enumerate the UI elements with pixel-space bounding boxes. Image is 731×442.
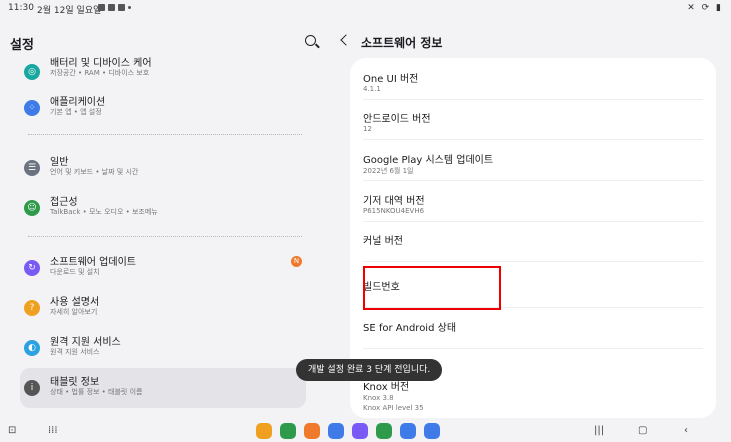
device-care-icon: ◎ xyxy=(24,64,40,80)
toast-message: 개발 설정 완료 3 단계 전입니다. xyxy=(296,359,443,381)
info-row-title: Google Play 시스템 업데이트 xyxy=(363,155,494,166)
settings-item-subtitle: 다운로드 및 설치 xyxy=(50,268,100,276)
tablet-info-icon: i xyxy=(24,380,40,396)
info-row-value: 12 xyxy=(363,125,372,133)
image-notification-icon xyxy=(98,4,105,11)
file-notification-icon xyxy=(118,4,125,11)
settings-item-general[interactable]: ☰ 일반 언어 및 키보드 • 날짜 및 시간 xyxy=(20,148,306,188)
settings-item-subtitle: 언어 및 키보드 • 날짜 및 시간 xyxy=(50,168,139,176)
accessibility-icon: ☺ xyxy=(24,200,40,216)
row-separator xyxy=(363,139,703,140)
search-icon[interactable] xyxy=(305,35,316,46)
info-row-google-play-update: Google Play 시스템 업데이트 2022년 6월 1일 xyxy=(363,141,703,181)
settings-item-title: 사용 설명서 xyxy=(50,297,100,308)
internet-app-icon[interactable] xyxy=(352,423,368,439)
status-bar: 11:30 2월 12일 일요일 ✕ ⟳ ▮ xyxy=(0,0,731,18)
settings-item-subtitle: 저장공간 • RAM • 디바이스 보호 xyxy=(50,69,150,77)
home-button[interactable]: ▢ xyxy=(638,425,647,436)
recent-apps-button[interactable]: ||| xyxy=(594,425,604,436)
screenshot-icon[interactable]: ⊡ xyxy=(8,425,16,436)
settings-item-title: 접근성 xyxy=(50,197,78,208)
info-row-value: P615NKOU4EVH6 xyxy=(363,207,425,215)
settings-item-subtitle: 원격 지원 서비스 xyxy=(50,348,100,356)
row-separator xyxy=(363,180,703,181)
info-row-one-ui: One UI 버전 4.1.1 xyxy=(363,60,703,100)
headset-app-icon[interactable] xyxy=(400,423,416,439)
row-separator xyxy=(363,348,703,349)
files-app-icon[interactable] xyxy=(256,423,272,439)
software-update-icon: ↻ xyxy=(24,260,40,276)
settings-item-remote-support[interactable]: ◐ 원격 지원 서비스 원격 지원 서비스 xyxy=(20,328,306,368)
settings-item-title: 배터리 및 디바이스 케어 xyxy=(50,58,152,69)
section-divider xyxy=(28,134,302,135)
info-row-title: One UI 버전 xyxy=(363,74,419,85)
remote-support-icon: ◐ xyxy=(24,340,40,356)
phone-app-icon[interactable] xyxy=(280,423,296,439)
settings-item-accessibility[interactable]: ☺ 접근성 TalkBack • 모노 오디오 • 보조메뉴 xyxy=(20,188,306,228)
settings-notification-icon xyxy=(108,4,115,11)
info-row-value: 2022년 6월 1일 xyxy=(363,167,414,175)
notification-icons xyxy=(98,4,131,11)
settings-item-applications[interactable]: ⁘ 애플리케이션 기본 앱 • 앱 설정 xyxy=(20,88,306,128)
back-arrow-icon[interactable] xyxy=(340,34,352,46)
settings-item-software-update[interactable]: ↻ 소프트웨어 업데이트 다운로드 및 설치 N xyxy=(20,248,306,288)
settings-item-device-care[interactable]: ◎ 배터리 및 디바이스 케어 저장공간 • RAM • 디바이스 보호 xyxy=(20,52,306,92)
system-status-icons: ✕ ⟳ ▮ xyxy=(687,3,723,13)
app-dock xyxy=(256,423,440,439)
settings-item-tablet-info[interactable]: i 태블릿 정보 상태 • 법률 정보 • 태블릿 이름 xyxy=(20,368,306,408)
settings-item-subtitle: TalkBack • 모노 오디오 • 보조메뉴 xyxy=(50,208,158,216)
settings-item-user-manual[interactable]: ? 사용 설명서 자세히 알아보기 xyxy=(20,288,306,328)
settings-item-subtitle: 자세히 알아보기 xyxy=(50,308,98,316)
apps-icon: ⁘ xyxy=(24,100,40,116)
info-row-value: 4.1.1 xyxy=(363,85,381,93)
messages-app-icon[interactable] xyxy=(328,423,344,439)
build-number-highlight xyxy=(363,266,501,310)
navigation-bar: ⊡ ⁞⁞⁞ ||| ▢ ‹ xyxy=(0,420,731,442)
settings-item-subtitle: 상태 • 법률 정보 • 태블릿 이름 xyxy=(50,388,143,396)
bixby-app-icon[interactable] xyxy=(424,423,440,439)
info-row-title: 커널 버전 xyxy=(363,236,403,247)
section-divider xyxy=(28,236,302,237)
more-notifications-icon xyxy=(128,6,131,9)
contacts-app-icon[interactable] xyxy=(304,423,320,439)
settings-item-title: 태블릿 정보 xyxy=(50,377,100,388)
app-drawer-icon[interactable]: ⁞⁞⁞ xyxy=(48,425,58,436)
settings-item-title: 애플리케이션 xyxy=(50,97,106,108)
new-badge: N xyxy=(291,256,302,267)
status-time: 11:30 xyxy=(8,3,34,13)
settings-item-title: 일반 xyxy=(50,157,69,168)
row-separator xyxy=(363,261,703,262)
info-row-baseband: 기저 대역 버전 P615NKOU4EVH6 xyxy=(363,182,703,222)
calendar-app-icon[interactable] xyxy=(376,423,392,439)
settings-title: 설정 xyxy=(10,38,34,53)
status-date: 2월 12일 일요일 xyxy=(37,6,102,16)
back-button[interactable]: ‹ xyxy=(684,425,688,436)
manual-icon: ? xyxy=(24,300,40,316)
settings-item-title: 소프트웨어 업데이트 xyxy=(50,257,136,268)
info-row-se-android: SE for Android 상태 xyxy=(363,309,703,349)
settings-item-subtitle: 기본 앱 • 앱 설정 xyxy=(50,108,102,116)
page-title: 소프트웨어 정보 xyxy=(361,36,443,50)
info-row-android: 안드로이드 버전 12 xyxy=(363,100,703,140)
settings-item-title: 원격 지원 서비스 xyxy=(50,337,121,348)
info-row-kernel: 커널 버전 xyxy=(363,222,703,262)
general-icon: ☰ xyxy=(24,160,40,176)
info-row-title: SE for Android 상태 xyxy=(363,323,457,334)
info-row-title: 기저 대역 버전 xyxy=(363,196,425,207)
info-row-value: Knox 3.8 Knox API level 35 xyxy=(363,394,424,412)
info-row-title: 안드로이드 버전 xyxy=(363,114,431,125)
